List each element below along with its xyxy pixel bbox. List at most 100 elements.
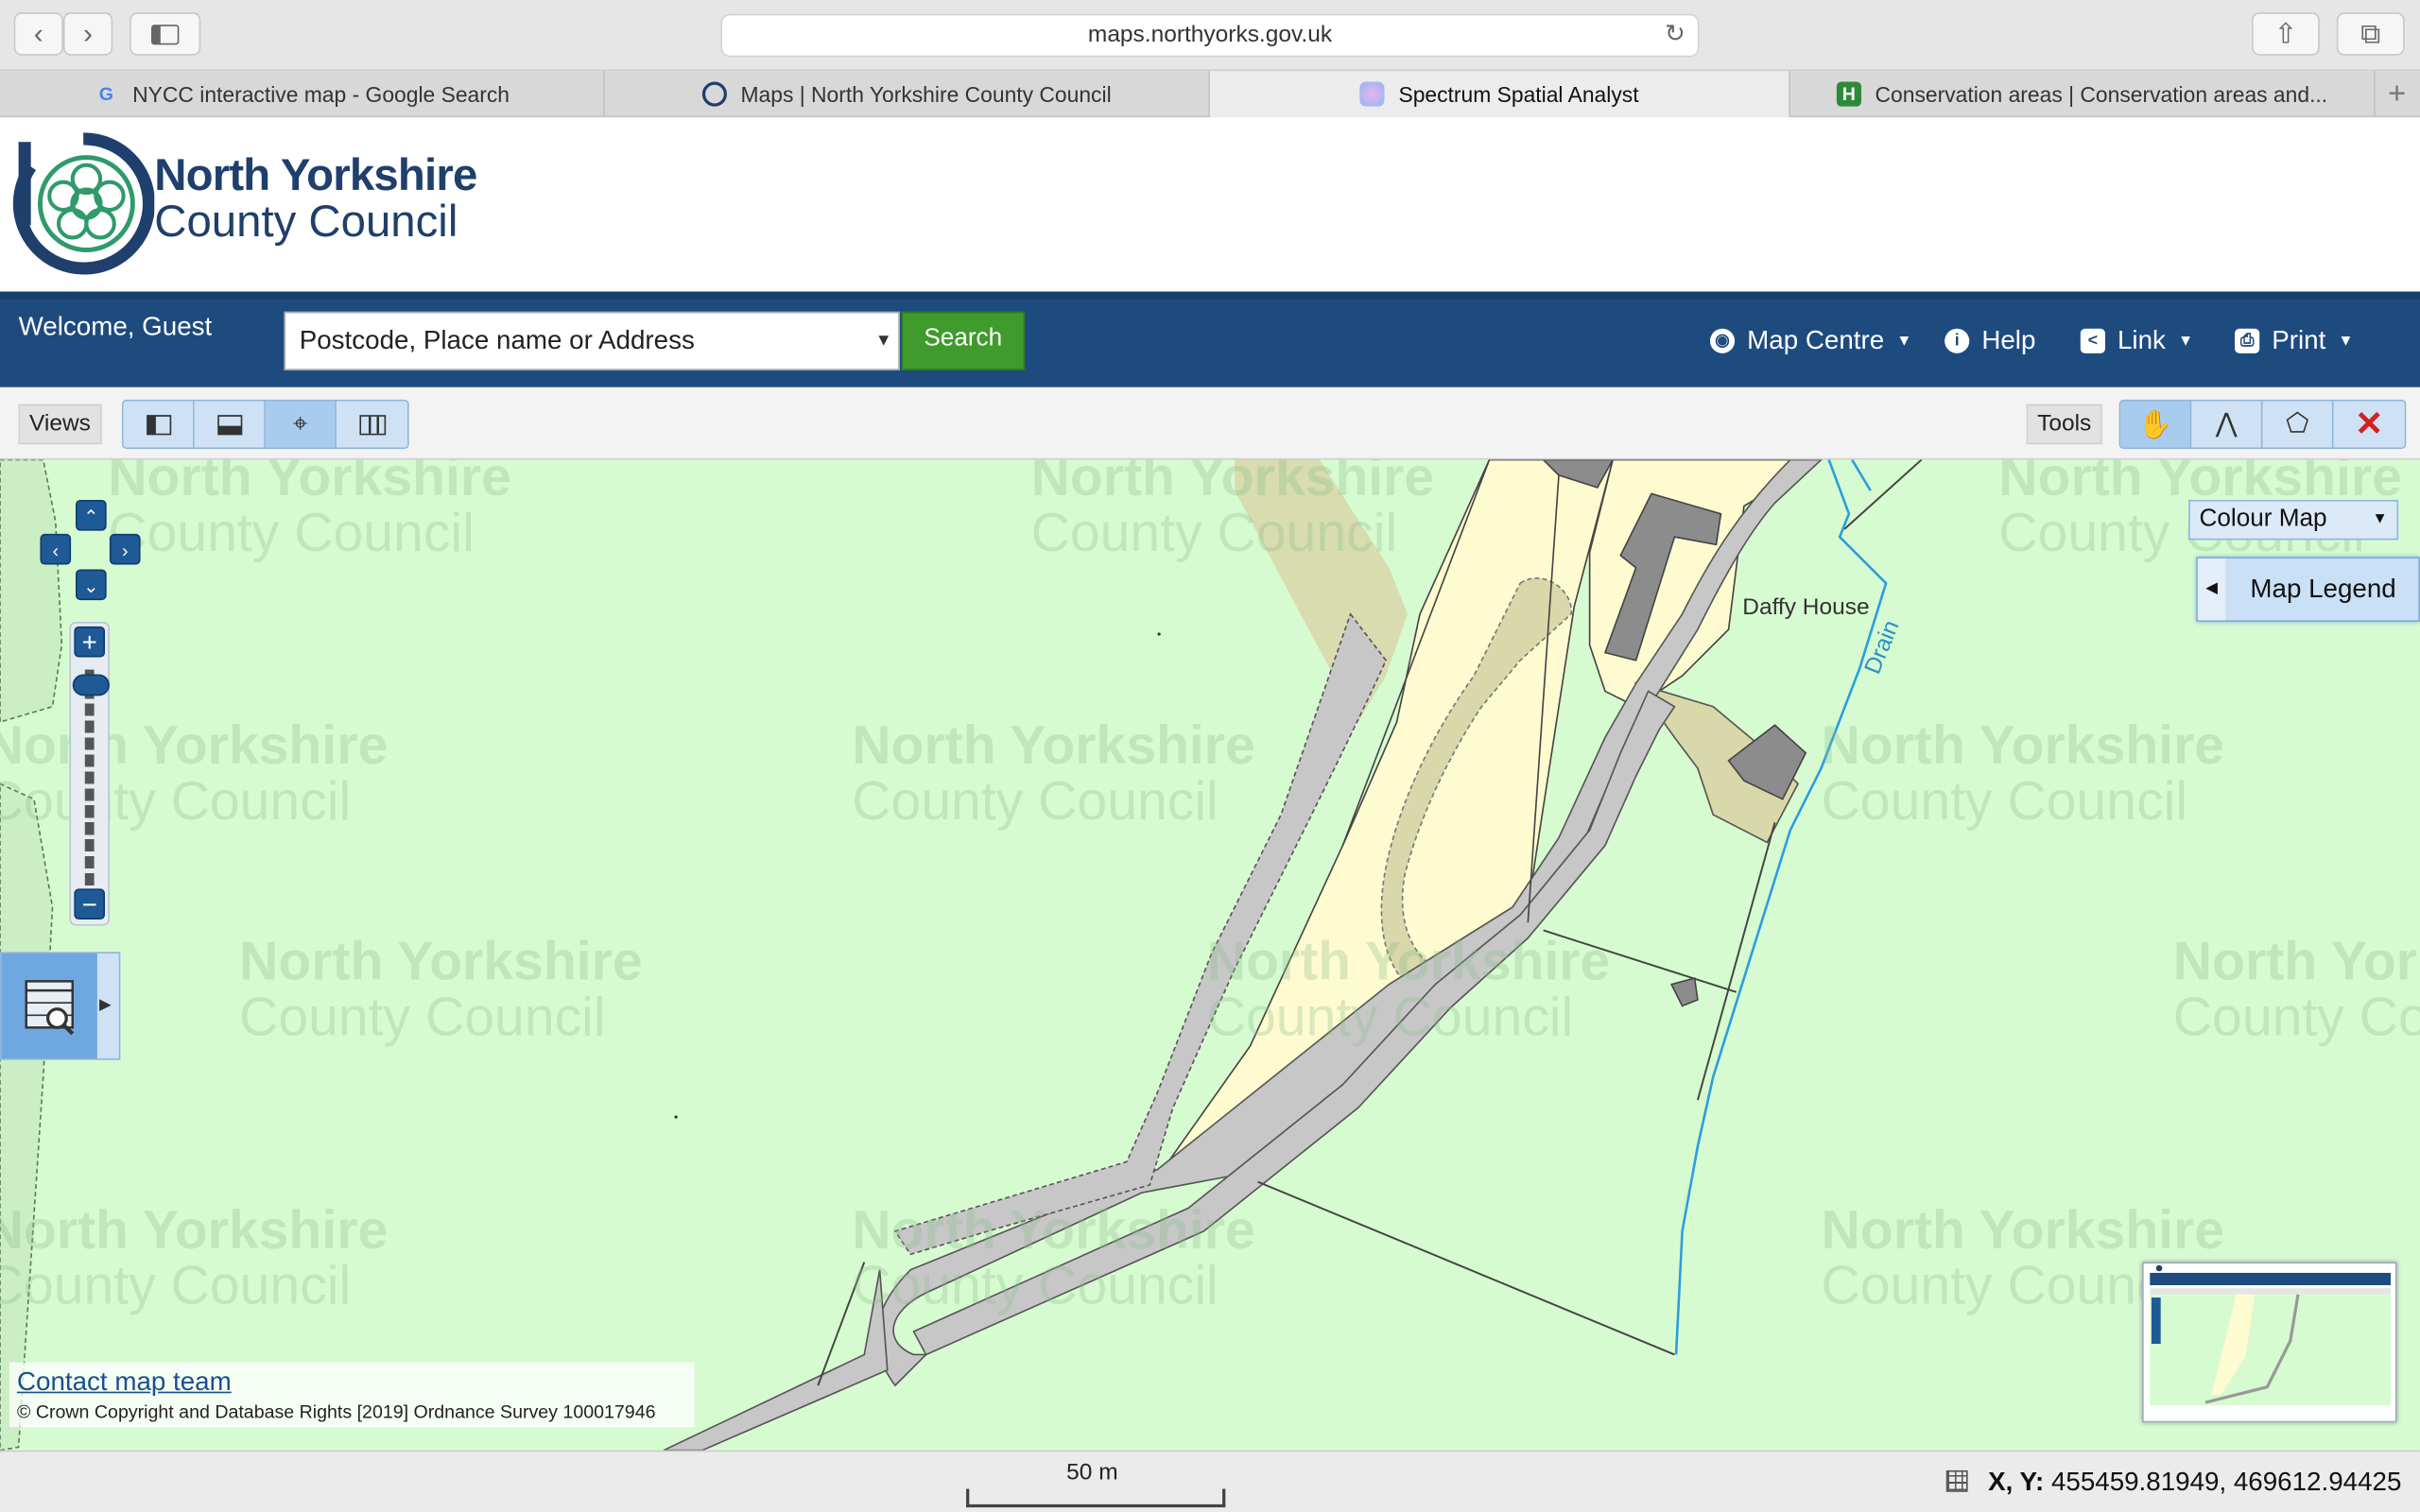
columns-icon — [358, 414, 386, 435]
watermark: North YorkshireCounty Council — [108, 459, 511, 563]
view-table-button[interactable] — [336, 401, 408, 448]
view-left-panel-button[interactable] — [123, 401, 195, 448]
print-label: Print — [2272, 325, 2326, 355]
back-button[interactable]: ‹ — [13, 12, 63, 56]
chevron-down-icon: ▼ — [2338, 332, 2354, 350]
historic-england-icon: H — [1836, 81, 1861, 107]
nycc-logo-icon[interactable] — [12, 132, 155, 275]
reload-icon[interactable]: ↻ — [1665, 15, 1685, 55]
tab-title: NYCC interactive map - Google Search — [132, 81, 510, 107]
tab-title: Spectrum Spatial Analyst — [1398, 81, 1639, 107]
zoom-out-button[interactable]: − — [74, 888, 106, 920]
search-input[interactable]: Postcode, Place name or Address ▼ — [284, 311, 900, 370]
pan-control: ⌃ ‹ › ⌄ — [34, 493, 148, 608]
copyright-box: Contact map team © Crown Copyright and D… — [9, 1362, 695, 1428]
pan-tool-button[interactable]: ✋ — [2120, 401, 2192, 448]
share-link-icon: < — [2080, 328, 2105, 353]
table-search-icon — [25, 980, 75, 1036]
tools-button-group: ✋ ⋀ ⬠ ✕ — [2118, 399, 2407, 450]
measure-area-button[interactable]: ⬠ — [2262, 401, 2334, 448]
help-link[interactable]: i Help — [1945, 325, 2035, 356]
watermark: North YorkshireCounty Council — [1821, 715, 2225, 832]
google-icon: G — [98, 83, 113, 106]
new-tab-button[interactable]: + — [2376, 71, 2419, 117]
coords-value: 455459.81949, 469612.94425 — [2050, 1467, 2402, 1497]
zoom-slider-track[interactable] — [84, 669, 95, 886]
watermark: North YorkshireCounty Council — [852, 1200, 1255, 1316]
search-panel-button[interactable] — [1, 953, 97, 1058]
welcome-text: Welcome, Guest — [18, 311, 213, 341]
zoom-control: + − — [69, 621, 110, 926]
pan-up-button[interactable]: ⌃ — [75, 499, 107, 531]
tab-google-search[interactable]: G NYCC interactive map - Google Search — [0, 71, 605, 118]
pan-down-button[interactable]: ⌄ — [75, 569, 107, 601]
sidebar-icon — [150, 25, 180, 45]
overview-thumbnail — [2143, 1263, 2395, 1421]
tab-maps-nycc[interactable]: Maps | North Yorkshire County Council — [605, 71, 1210, 118]
layout-bottom-icon — [216, 414, 242, 435]
info-icon: i — [1945, 328, 1970, 353]
map-canvas[interactable]: North Yorkshire County Council North York… — [0, 459, 2420, 1451]
target-icon: ◉ — [1709, 328, 1736, 353]
colour-map-select[interactable]: Colour Map ▼ — [2188, 499, 2399, 541]
zoom-slider-handle[interactable] — [72, 674, 110, 696]
overview-map[interactable] — [2142, 1262, 2397, 1423]
tabs-icon: ⧉ — [2360, 18, 2381, 50]
link-menu[interactable]: < Link ▼ — [2080, 325, 2193, 356]
search-panel-tab[interactable]: ▶ — [0, 952, 121, 1060]
forward-button[interactable]: › — [62, 12, 113, 56]
chevron-down-icon[interactable]: ▼ — [875, 313, 892, 369]
view-bottom-panel-button[interactable] — [194, 401, 266, 448]
scale-bar — [966, 1488, 1226, 1508]
top-navigation: Welcome, Guest Postcode, Place name or A… — [0, 291, 2420, 387]
colour-map-label: Colour Map — [2199, 506, 2327, 533]
pan-left-button[interactable]: ‹ — [40, 533, 72, 565]
pan-right-button[interactable]: › — [109, 533, 141, 565]
share-icon: ⇧ — [2273, 18, 2298, 50]
map-legend-button[interactable]: ◀ Map Legend — [2196, 557, 2420, 622]
search-placeholder: Postcode, Place name or Address — [299, 325, 695, 355]
nycc-icon — [701, 81, 727, 107]
chevron-left-icon: ◀ — [2197, 558, 2226, 621]
tab-bar: G NYCC interactive map - Google Search M… — [0, 71, 2420, 118]
contact-map-team-link[interactable]: Contact map team — [17, 1367, 687, 1399]
logo-text[interactable]: North Yorkshire County Council — [154, 150, 477, 248]
zoom-in-button[interactable]: + — [74, 626, 106, 658]
map-centre-menu[interactable]: ◉ Map Centre ▼ — [1709, 325, 1912, 356]
watermark: North YorkshireCounty Council — [1206, 932, 1611, 1048]
view-map-only-button[interactable]: ⌖ — [265, 401, 337, 448]
tab-title: Conservation areas | Conservation areas … — [1875, 81, 2328, 107]
map-centre-label: Map Centre — [1747, 325, 1885, 355]
watermark: North YorkshireCounty Council — [0, 1200, 389, 1316]
spectrum-icon — [1359, 81, 1385, 107]
coords-label: X, Y: — [1988, 1467, 2045, 1497]
layout-left-icon — [146, 414, 171, 435]
logo-line2: County Council — [154, 197, 458, 248]
chevron-down-icon: ▼ — [1896, 332, 1912, 350]
polygon-icon: ⬠ — [2286, 408, 2309, 438]
site-header: North Yorkshire County Council — [0, 118, 2420, 292]
grid-icon — [1946, 1469, 1969, 1492]
close-icon: ✕ — [2355, 404, 2384, 443]
print-menu[interactable]: ⎙ Print ▼ — [2235, 325, 2354, 356]
measure-distance-button[interactable]: ⋀ — [2191, 401, 2263, 448]
share-button[interactable]: ⇧ — [2252, 12, 2320, 56]
tab-spectrum-spatial-analyst[interactable]: Spectrum Spatial Analyst — [1209, 71, 1790, 118]
watermark: North YorkshireCounty Council — [852, 715, 1255, 832]
tab-overview-button[interactable]: ⧉ — [2336, 12, 2405, 56]
url-text: maps.northyorks.gov.uk — [1087, 21, 1333, 48]
watermark: North YorkshireCounty Council — [2172, 932, 2420, 1048]
tab-conservation-areas[interactable]: H Conservation areas | Conservation area… — [1790, 71, 2376, 118]
watermark: North YorkshireCounty Council — [1030, 459, 1435, 563]
polyline-icon: ⋀ — [2215, 408, 2238, 438]
clear-button[interactable]: ✕ — [2333, 401, 2405, 448]
sidebar-toggle-button[interactable] — [130, 12, 201, 56]
logo-line1: North Yorkshire — [154, 150, 477, 201]
coordinates-readout: X, Y: 455459.81949, 469612.94425 — [1946, 1468, 2401, 1499]
address-bar[interactable]: maps.northyorks.gov.uk ↻ — [720, 13, 1700, 58]
tab-title: Maps | North Yorkshire County Council — [740, 81, 1112, 107]
chevron-right-icon: ▶ — [98, 996, 112, 1014]
search-button[interactable]: Search — [901, 311, 1026, 370]
views-label: Views — [18, 404, 102, 445]
hand-icon: ✋ — [2137, 407, 2173, 439]
